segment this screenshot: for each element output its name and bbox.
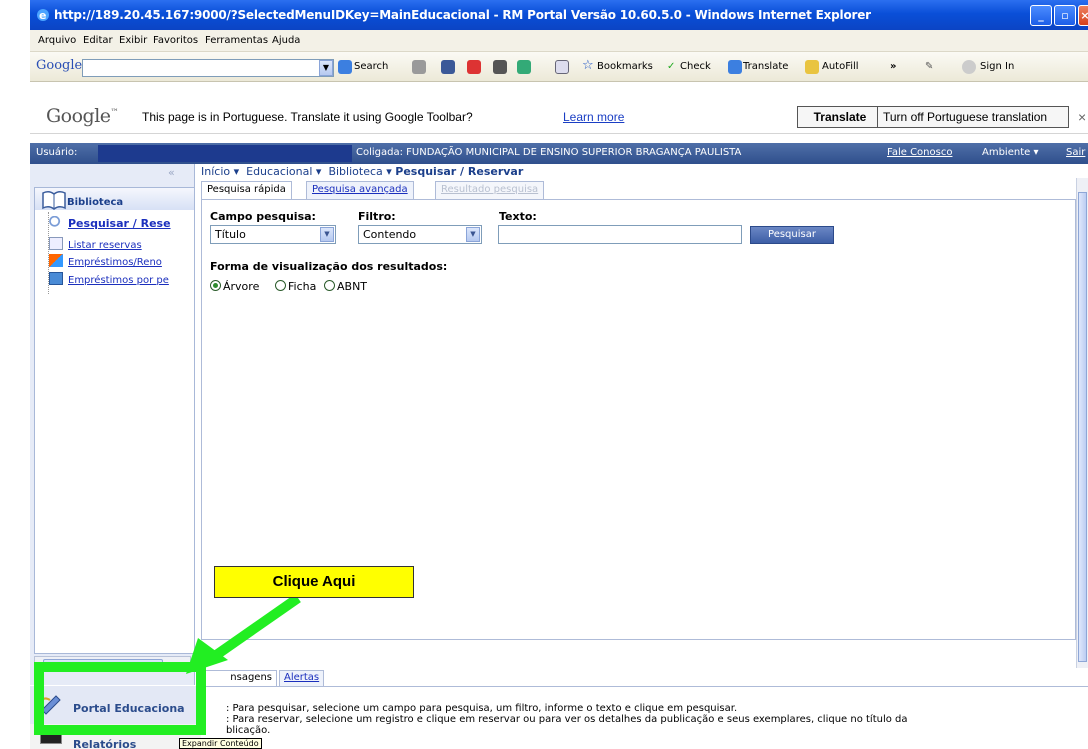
radio-selected-icon (210, 280, 221, 291)
breadcrumb: Início ▾ Educacional ▾ Biblioteca ▾ Pesq… (201, 165, 523, 178)
breadcrumb-educacional[interactable]: Educacional ▾ (246, 165, 321, 178)
menu-favoritos[interactable]: Favoritos (153, 35, 198, 46)
menu-ajuda[interactable]: Ajuda (272, 35, 300, 46)
message-line: : Para reservar, selecione um registro e… (226, 714, 908, 725)
menu-bar: Arquivo Editar Exibir Favoritos Ferramen… (30, 30, 1088, 52)
translate-icon[interactable] (728, 60, 742, 74)
wrench-icon[interactable]: ✎ (925, 61, 933, 72)
filtro-select[interactable]: Contendo ▼ (358, 225, 482, 244)
relatorios-label: Relatórios (73, 738, 137, 749)
pesquisar-button[interactable]: Pesquisar (750, 226, 834, 244)
search-icon (49, 216, 63, 229)
filtro-label: Filtro: (358, 210, 396, 223)
biblioteca-panel: Biblioteca Pesquisar / Rese Listar reser… (34, 187, 195, 654)
left-sidebar: « Biblioteca Pesquisar / Rese Listar res… (30, 164, 195, 685)
puzzle-icon[interactable] (517, 60, 531, 74)
star-icon[interactable]: ☆ (582, 58, 594, 73)
coligada-label: Coligada: FUNDAÇÃO MUNICIPAL DE ENSINO S… (356, 147, 742, 158)
google-logo: Google™ (46, 105, 119, 127)
sidebar-item-pesquisar[interactable]: Pesquisar / Rese (49, 216, 171, 230)
user-label: Usuário: (36, 147, 78, 158)
chevron-down-icon: ▼ (466, 227, 480, 242)
radio-abnt[interactable]: ABNT (324, 280, 367, 293)
expand-tooltip: Expandir Conteúdo (179, 738, 262, 749)
google-toolbar-logo: Google (36, 58, 83, 73)
tab-pesquisa-avancada[interactable]: Pesquisa avançada (306, 181, 414, 199)
google-search-input[interactable] (82, 59, 334, 77)
google-search-button[interactable]: Search (354, 61, 388, 72)
user-name-field (98, 145, 352, 162)
campo-pesquisa-label: Campo pesquisa: (210, 210, 316, 223)
translate-bar: Google™ This page is in Portuguese. Tran… (30, 100, 1088, 134)
radio-arvore[interactable]: Árvore (210, 280, 259, 293)
menu-exibir[interactable]: Exibir (119, 35, 147, 46)
radio-unselected-icon (275, 280, 286, 291)
book-icon (42, 190, 66, 210)
google-toolbar: Google ▼ Search ☆ Bookmarks ✓ Check Tran… (30, 52, 1088, 82)
scrollbar-thumb[interactable] (1078, 192, 1087, 662)
maximize-button[interactable]: ▫ (1054, 5, 1076, 26)
translate-button[interactable]: Translate (743, 61, 788, 72)
forma-visualizacao-label: Forma de visualização dos resultados: (210, 260, 448, 273)
learn-more-link[interactable]: Learn more (563, 110, 624, 124)
google-search-dropdown[interactable]: ▼ (319, 60, 333, 76)
sair-link[interactable]: Sair (1066, 147, 1085, 158)
sidebar-item-listar-reservas[interactable]: Listar reservas (49, 237, 142, 251)
close-button[interactable]: × (1078, 5, 1088, 26)
ambiente-menu[interactable]: Ambiente ▾ (982, 147, 1038, 158)
texto-label: Texto: (499, 210, 537, 223)
close-translate-bar-icon[interactable]: × (1078, 109, 1086, 125)
chevron-down-icon: ▼ (320, 227, 334, 242)
collapse-sidebar-icon[interactable]: « (168, 166, 175, 179)
popup-blocker-icon[interactable] (555, 60, 569, 74)
sidebar-item-emprestimos-periodo[interactable]: Empréstimos por pe (49, 272, 169, 286)
facebook-icon[interactable] (441, 60, 455, 74)
translate-page-button[interactable]: Translate (797, 106, 883, 128)
turn-off-translation-button[interactable]: Turn off Portuguese translation (877, 106, 1069, 128)
signin-icon[interactable] (962, 60, 976, 74)
radio-unselected-icon (324, 280, 335, 291)
search-icon[interactable] (338, 60, 352, 74)
spellcheck-icon[interactable]: ✓ (667, 61, 675, 72)
portal-header: Usuário: Coligada: FUNDAÇÃO MUNICIPAL DE… (30, 143, 1088, 164)
fale-conosco-link[interactable]: Fale Conosco (887, 147, 952, 158)
message-line: : Para pesquisar, selecione um campo par… (226, 703, 738, 714)
biblioteca-panel-header: Biblioteca (35, 188, 194, 210)
translate-message: This page is in Portuguese. Translate it… (142, 110, 473, 124)
campo-pesquisa-select[interactable]: Título ▼ (210, 225, 336, 244)
signin-button[interactable]: Sign In (980, 61, 1014, 72)
svg-text:e: e (39, 9, 46, 22)
check-icon (49, 254, 63, 267)
message-line: blicação. (226, 725, 271, 736)
breadcrumb-biblioteca[interactable]: Biblioteca ▾ (328, 165, 391, 178)
check-button[interactable]: Check (680, 61, 711, 72)
tab-pesquisa-rapida[interactable]: Pesquisa rápida (201, 181, 292, 199)
window-title: http://189.20.45.167:9000/?SelectedMenuI… (54, 8, 871, 22)
menu-ferramentas[interactable]: Ferramentas (205, 35, 268, 46)
messages-panel: : Para pesquisar, selecione um campo par… (201, 686, 1088, 749)
window-titlebar: e http://189.20.45.167:9000/?SelectedMen… (30, 0, 1088, 30)
calendar-icon (49, 272, 63, 285)
breadcrumb-inicio[interactable]: Início ▾ (201, 165, 239, 178)
news-icon[interactable] (412, 60, 426, 74)
breadcrumb-current: Pesquisar / Reservar (395, 165, 524, 178)
bookmarks-button[interactable]: Bookmarks (597, 61, 653, 72)
pagerank-icon[interactable] (493, 60, 507, 74)
radio-ficha[interactable]: Ficha (275, 280, 316, 293)
menu-arquivo[interactable]: Arquivo (38, 35, 76, 46)
autofill-button[interactable]: AutoFill (822, 61, 859, 72)
texto-input[interactable] (498, 225, 742, 244)
menu-editar[interactable]: Editar (83, 35, 113, 46)
biblioteca-title: Biblioteca (67, 197, 124, 208)
more-button[interactable]: » (890, 61, 896, 72)
autofill-icon[interactable] (805, 60, 819, 74)
sidebar-item-emprestimos-renovacao[interactable]: Empréstimos/Reno (49, 254, 162, 268)
youtube-icon[interactable] (467, 60, 481, 74)
minimize-button[interactable]: _ (1030, 5, 1052, 26)
list-icon (49, 237, 63, 250)
tab-resultado-pesquisa: Resultado pesquisa (435, 181, 545, 199)
annotation-callout: Clique Aqui (214, 566, 414, 598)
main-vertical-scrollbar[interactable] (1076, 178, 1088, 668)
ie-logo-icon: e (37, 9, 49, 22)
